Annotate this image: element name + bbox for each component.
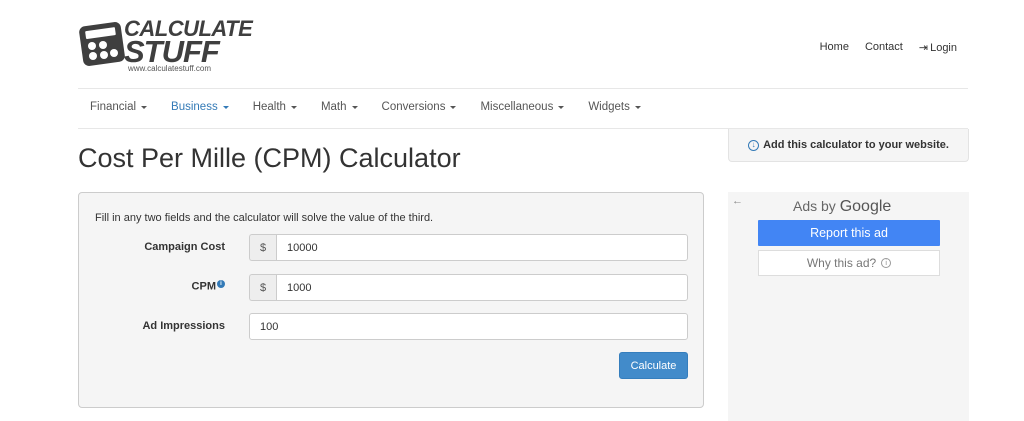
ad-impressions-input[interactable]: 100 — [249, 313, 688, 340]
caret-down-icon — [558, 106, 565, 109]
logo-text-line2: STUFF — [124, 34, 220, 69]
google-label: Google — [839, 198, 892, 215]
nav-health[interactable]: Health — [253, 101, 297, 113]
campaign-cost-group: $ 10000 — [249, 234, 688, 261]
dollar-addon: $ — [249, 234, 276, 261]
nav-label: Conversions — [381, 101, 446, 113]
nav-miscellaneous[interactable]: Miscellaneous — [480, 101, 565, 113]
nav-label: Math — [320, 101, 347, 113]
site-logo[interactable]: CALCULATE STUFF www.calculatestuff.com — [78, 16, 253, 74]
caret-down-icon — [634, 106, 641, 109]
add-calculator-label: Add this calculator to your website. — [763, 139, 949, 151]
cpm-label-text: CPM — [191, 280, 216, 293]
login-icon: ⇥ — [918, 42, 929, 54]
instructions-text: Fill in any two fields and the calculato… — [95, 212, 434, 224]
header-divider — [78, 88, 968, 89]
nav-label: Business — [171, 101, 218, 113]
main-nav: Financial Business Health Math Conversio… — [90, 101, 665, 113]
nav-label: Health — [252, 101, 286, 113]
cpm-group: $ 1000 — [249, 274, 688, 301]
nav-widgets[interactable]: Widgets — [588, 101, 641, 113]
caret-down-icon — [222, 106, 229, 109]
ads-by-label: Ads by — [793, 198, 836, 214]
login-label: Login — [930, 42, 957, 54]
ad-impressions-group: 100 — [249, 313, 688, 340]
cpm-label: CPM i — [65, 280, 225, 293]
info-icon[interactable]: i — [217, 280, 225, 288]
ad-container: ← Ads by Google Report this ad Why this … — [728, 192, 969, 421]
why-this-ad-button[interactable]: Why this ad? i — [758, 250, 940, 276]
page-title: Cost Per Mille (CPM) Calculator — [78, 143, 461, 173]
nav-math[interactable]: Math — [321, 101, 358, 113]
dollar-addon: $ — [249, 274, 276, 301]
nav-conversions[interactable]: Conversions — [382, 101, 457, 113]
cpm-input[interactable]: 1000 — [276, 274, 688, 301]
nav-business[interactable]: Business — [171, 101, 229, 113]
nav-label: Widgets — [588, 101, 630, 113]
campaign-cost-input[interactable]: 10000 — [276, 234, 688, 261]
why-label: Why this ad? — [806, 256, 877, 270]
home-link[interactable]: Home — [820, 41, 849, 54]
top-links: Home Contact ⇥ Login — [820, 41, 957, 54]
caret-down-icon — [290, 106, 297, 109]
caret-down-icon — [450, 106, 457, 109]
back-arrow-icon[interactable]: ← — [732, 195, 743, 207]
calculate-button[interactable]: Calculate — [619, 352, 688, 379]
campaign-cost-label: Campaign Cost — [144, 241, 225, 253]
report-ad-button[interactable]: Report this ad — [758, 220, 940, 246]
contact-link[interactable]: Contact — [865, 41, 903, 54]
ad-impressions-label: Ad Impressions — [142, 320, 225, 332]
nav-financial[interactable]: Financial — [90, 101, 148, 113]
logo-url: www.calculatestuff.com — [128, 64, 211, 73]
add-calculator-link[interactable]: ↓ Add this calculator to your website. — [728, 129, 969, 162]
nav-label: Financial — [90, 101, 137, 113]
calculator-panel: Fill in any two fields and the calculato… — [78, 192, 704, 408]
ads-by-google: Ads by Google — [793, 198, 891, 216]
download-icon: ↓ — [748, 139, 760, 151]
info-icon: i — [881, 258, 892, 268]
caret-down-icon — [141, 106, 148, 109]
calculator-logo-icon — [79, 22, 125, 66]
nav-label: Miscellaneous — [480, 101, 554, 113]
caret-down-icon — [351, 106, 358, 109]
login-link[interactable]: ⇥ Login — [919, 41, 957, 54]
